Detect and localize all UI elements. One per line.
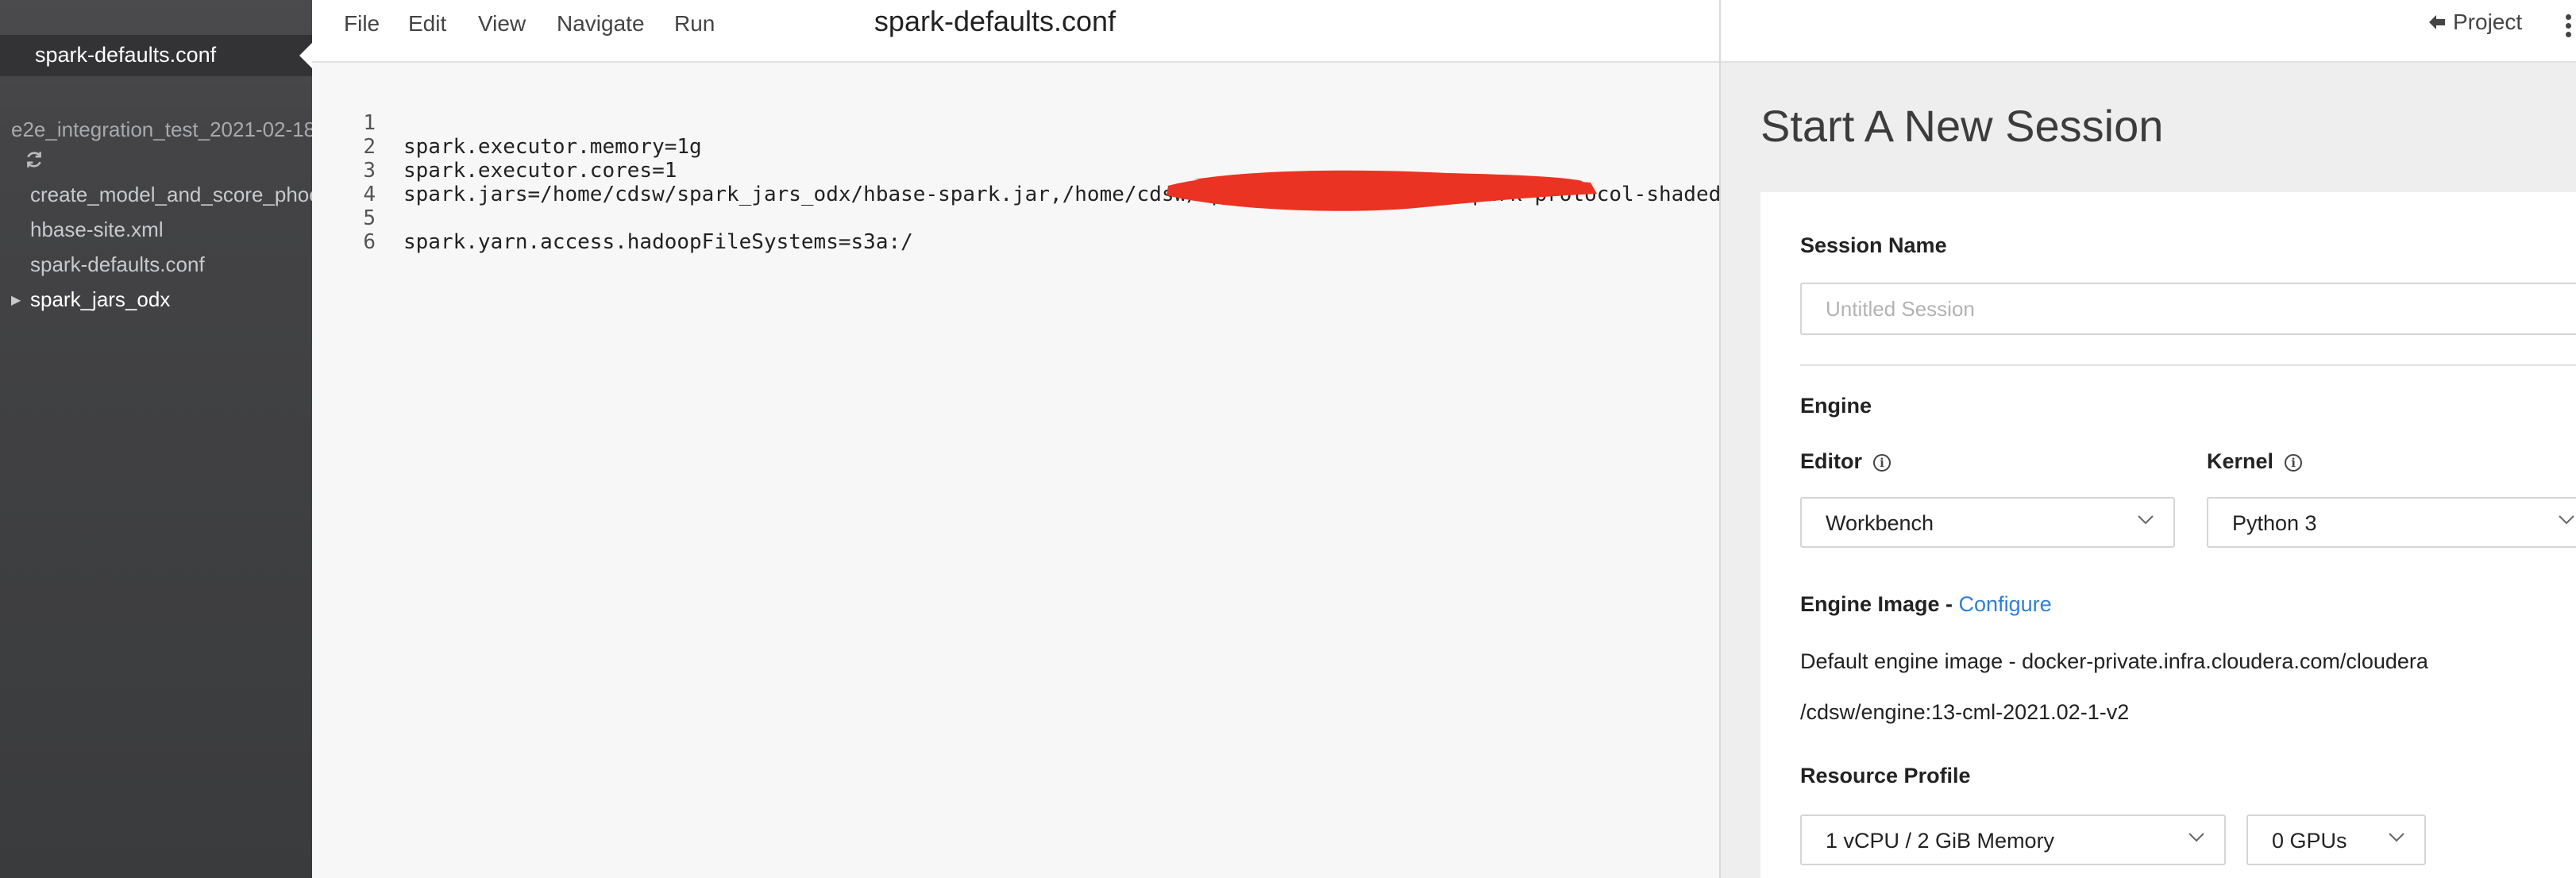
page-title: Start A New Session [1760,101,2164,151]
back-to-project-link[interactable]: Project [2428,10,2522,35]
file-item-create-model[interactable]: create_model_and_score_phoenix [30,183,312,207]
code-line: 5 spark.yarn.access.hadoopFileSystems=s3… [312,183,912,254]
back-arrow-icon [2429,15,2445,29]
project-root-folder[interactable]: e2e_integration_test_2021-02-18 [11,117,312,142]
open-file-tab[interactable]: spark-defaults.conf [0,35,312,76]
chevron-down-icon [2188,833,2204,842]
code-line: 3 spark.jars=/home/cdsw/spark_jars_odx/h… [312,135,1721,206]
session-name-label: Session Name [1800,233,1947,257]
resource-profile-select[interactable]: 1 vCPU / 2 GiB Memory [1800,814,2226,865]
code-editor: File Edit View Navigate Run spark-defaul… [312,0,1721,878]
project-link-label: Project [2453,10,2523,34]
folder-caret-icon[interactable]: ▶ [11,292,29,308]
resource-profile-label: Resource Profile [1800,764,1971,788]
file-browser-sidebar: spark-defaults.conf e2e_integration_test… [0,0,312,878]
line-text: spark.executor.cores=1 [403,159,677,183]
editor-menubar: File Edit View Navigate Run spark-defaul… [312,0,1721,63]
folder-label: spark_jars_odx [30,287,171,311]
gpus-select-value: 0 GPUs [2272,829,2347,853]
info-icon[interactable]: i [2285,454,2303,472]
file-title: spark-defaults.conf [873,5,1116,37]
info-icon[interactable]: i [1873,454,1891,472]
panel-topbar: Project [1721,0,2576,63]
engine-image-label-text: Engine Image - [1800,592,1959,616]
editor-label: Editor i [1800,449,1891,474]
session-name-input[interactable] [1800,283,2576,335]
gpus-select[interactable]: 0 GPUs [2246,814,2426,865]
folder-item-spark-jars[interactable]: ▶ spark_jars_odx [11,287,170,312]
kernel-select-value: Python 3 [2232,511,2317,535]
session-form-card: Session Name Engine Editori Kerneli Work… [1760,192,2576,878]
editor-select-value: Workbench [1826,511,1934,535]
kernel-label-text: Kernel [2207,449,2274,473]
chevron-down-icon [2559,515,2574,525]
chevron-down-icon [2138,515,2154,525]
code-line: 1 spark.executor.memory=1g [312,87,701,159]
open-file-tab-label: spark-defaults.conf [35,43,217,67]
file-item-hbase-site[interactable]: hbase-site.xml [30,218,164,242]
refresh-icon[interactable] [24,149,44,170]
line-number: 6 [363,230,376,254]
code-line: 4 [312,159,387,206]
chevron-down-icon [2389,833,2404,842]
configure-link[interactable]: Configure [1959,592,2052,616]
file-item-spark-defaults[interactable]: spark-defaults.conf [30,252,205,277]
engine-image-value-line2: /cdsw/engine:13-cml-2021.02-1-v2 [1800,700,2130,724]
line-text: spark.yarn.access.hadoopFileSystems=s3a:… [403,230,913,254]
new-session-panel: Project Start A New Session Session Name… [1721,0,2576,878]
resource-profile-value: 1 vCPU / 2 GiB Memory [1826,829,2055,853]
divider-line [1800,364,2576,366]
kernel-label: Kernel i [2207,449,2303,474]
active-tab-notch [299,43,312,68]
kernel-select[interactable]: Python 3 [2207,497,2576,548]
kebab-menu-icon[interactable] [2566,14,2572,38]
redaction-scribble [1167,170,1597,211]
engine-image-label: Engine Image - Configure [1800,592,2052,617]
engine-image-value-line1: Default engine image - docker-private.in… [1800,649,2428,673]
line-text: spark.executor.memory=1g [403,135,702,159]
code-line: 2 spark.executor.cores=1 [312,111,677,183]
editor-select[interactable]: Workbench [1800,497,2175,548]
code-line: 6 [312,206,387,254]
engine-section-label: Engine [1800,394,1872,418]
editor-label-text: Editor [1800,449,1862,473]
